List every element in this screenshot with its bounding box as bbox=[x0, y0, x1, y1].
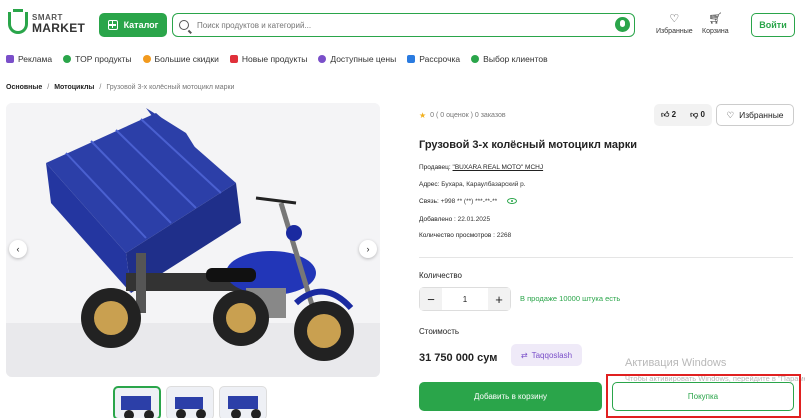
highlight-box bbox=[606, 374, 801, 418]
favorites-button-label: Избранные bbox=[739, 110, 784, 120]
catalog-label: Каталог bbox=[123, 20, 159, 30]
nav-item-top[interactable]: TOP продукты bbox=[63, 54, 132, 64]
nav-label: Рассрочка bbox=[419, 54, 461, 64]
product-main-image bbox=[6, 103, 380, 377]
quantity-value[interactable]: 1 bbox=[463, 295, 467, 304]
nav-label: Новые продукты bbox=[241, 54, 308, 64]
like-button[interactable]: 👍︎ 2 bbox=[661, 110, 676, 120]
nav-label: Доступные цены bbox=[330, 54, 397, 64]
calendar-icon bbox=[407, 55, 416, 63]
catalog-icon bbox=[107, 20, 118, 30]
megaphone-icon bbox=[6, 55, 14, 63]
added-key: Добавлено : bbox=[419, 216, 456, 223]
nav-item-affordable[interactable]: Доступные цены bbox=[318, 54, 396, 64]
divider bbox=[419, 257, 793, 258]
nav-label: TOP продукты bbox=[75, 54, 132, 64]
address-key: Адрес: bbox=[419, 181, 440, 188]
product-rating: ★ 0 ( 0 оценок ) 0 заказов bbox=[419, 111, 506, 120]
views-key: Количество просмотров : bbox=[419, 232, 495, 239]
nav-item-installment[interactable]: Рассрочка bbox=[407, 54, 460, 64]
contact-value: +998 ** (**) ***-**-** bbox=[440, 198, 498, 205]
search-bar bbox=[172, 13, 635, 37]
discount-icon bbox=[142, 55, 151, 63]
rating-text: 0 ( 0 оценок ) 0 заказов bbox=[430, 112, 506, 119]
contact-row: Связь: +998 ** (**) ***-**-** bbox=[419, 198, 517, 205]
gallery-prev-button[interactable]: ‹ bbox=[9, 240, 27, 258]
favorites-label: Избранные bbox=[656, 28, 693, 35]
new-icon bbox=[229, 55, 238, 63]
dislike-button[interactable]: 👎︎ 0 bbox=[690, 110, 705, 120]
quantity-stepper: − 1 + bbox=[419, 287, 511, 311]
star-icon: ★ bbox=[419, 111, 427, 120]
header: SMART MARKET Каталог ♡ Избранные 🛒︎ Корз… bbox=[0, 0, 805, 48]
logo[interactable]: SMART MARKET bbox=[8, 9, 86, 35]
category-nav: Реклама TOP продукты Большие скидки Новы… bbox=[6, 52, 548, 66]
added-row: Добавлено : 22.01.2025 bbox=[419, 216, 490, 223]
catalog-button[interactable]: Каталог bbox=[99, 13, 167, 37]
seller-key: Продавец: bbox=[419, 164, 451, 171]
address-row: Адрес: Бухара, Караулбазарский р. bbox=[419, 181, 526, 188]
logo-big-text: MARKET bbox=[32, 21, 86, 35]
nav-item-new[interactable]: Новые продукты bbox=[229, 54, 308, 64]
views-row: Количество просмотров : 2268 bbox=[419, 232, 511, 239]
compare-button[interactable]: ⇄ Taqqoslash bbox=[511, 344, 582, 366]
breadcrumb-category[interactable]: Мотоциклы bbox=[54, 84, 94, 91]
cart-link[interactable]: 🛒︎ Корзина bbox=[702, 13, 729, 36]
views-value: 2268 bbox=[496, 232, 512, 239]
dislikes-count: 0 bbox=[700, 110, 705, 119]
favorites-link[interactable]: ♡ Избранные bbox=[656, 13, 693, 36]
cart-icon: 🛒︎ bbox=[708, 13, 723, 25]
search-icon bbox=[179, 20, 189, 30]
nav-item-discounts[interactable]: Большие скидки bbox=[142, 54, 219, 64]
search-input[interactable] bbox=[197, 20, 617, 30]
breadcrumb-current: Грузовой 3-х колёсный мотоцикл марки bbox=[106, 84, 235, 91]
price-tag-icon bbox=[318, 55, 327, 63]
thumbs-up-icon: 👍︎ bbox=[661, 110, 670, 119]
like-dislike-group: 👍︎ 2 👎︎ 0 bbox=[654, 104, 712, 126]
cart-label: Корзина bbox=[702, 28, 729, 35]
breadcrumb: Основные / Мотоциклы / Грузовой 3-х колё… bbox=[6, 84, 235, 91]
add-to-favorites-button[interactable]: ♡ Избранные bbox=[716, 104, 794, 126]
nav-label: Выбор клиентов bbox=[483, 54, 548, 64]
seller-link[interactable]: "BUXARA REAL MOTO" MCHJ bbox=[453, 164, 544, 171]
top-icon bbox=[63, 55, 72, 63]
heart-icon: ♡ bbox=[669, 13, 680, 25]
address-value: Бухара, Караулбазарский р. bbox=[441, 181, 526, 188]
basket-logo-icon bbox=[8, 9, 28, 34]
windows-activation-title: Активация Windows bbox=[625, 357, 727, 369]
nav-label: Большие скидки bbox=[154, 54, 219, 64]
microphone-icon[interactable] bbox=[615, 17, 630, 32]
breadcrumb-home[interactable]: Основные bbox=[6, 84, 42, 91]
gallery-thumbnail[interactable] bbox=[219, 386, 267, 418]
product-price: 31 750 000 сум bbox=[419, 352, 498, 364]
gallery-thumbnail[interactable] bbox=[166, 386, 214, 418]
nav-label: Реклама bbox=[18, 54, 53, 64]
contact-key: Связь: bbox=[419, 198, 439, 205]
added-value: 22.01.2025 bbox=[457, 216, 491, 223]
gallery-thumbnail[interactable] bbox=[113, 386, 161, 418]
gallery-next-button[interactable]: › bbox=[359, 240, 377, 258]
nav-item-customer-choice[interactable]: Выбор клиентов bbox=[471, 54, 548, 64]
add-to-cart-button[interactable]: Добавить в корзину bbox=[419, 382, 602, 411]
seller-row: Продавец: "BUXARA REAL MOTO" MCHJ bbox=[419, 164, 543, 171]
quantity-label: Количество bbox=[419, 271, 462, 280]
decrement-button[interactable]: − bbox=[420, 288, 442, 310]
cargo-motorcycle-image bbox=[6, 103, 380, 377]
login-button[interactable]: Войти bbox=[751, 13, 795, 37]
likes-count: 2 bbox=[671, 110, 677, 119]
nav-item-ads[interactable]: Реклама bbox=[6, 54, 52, 64]
product-title: Грузовой 3-х колёсный мотоцикл марки bbox=[419, 139, 637, 151]
stock-status: В продаже 10000 штука есть bbox=[520, 294, 621, 303]
show-phone-eye-icon[interactable] bbox=[506, 198, 517, 205]
thumbs-up-icon bbox=[471, 55, 480, 63]
price-label: Стоимость bbox=[419, 327, 460, 336]
thumbs-down-icon: 👎︎ bbox=[690, 110, 699, 119]
compare-label: Taqqoslash bbox=[531, 350, 573, 360]
heart-icon: ♡ bbox=[726, 109, 735, 120]
increment-button[interactable]: + bbox=[487, 288, 510, 310]
compare-icon: ⇄ bbox=[520, 350, 528, 360]
